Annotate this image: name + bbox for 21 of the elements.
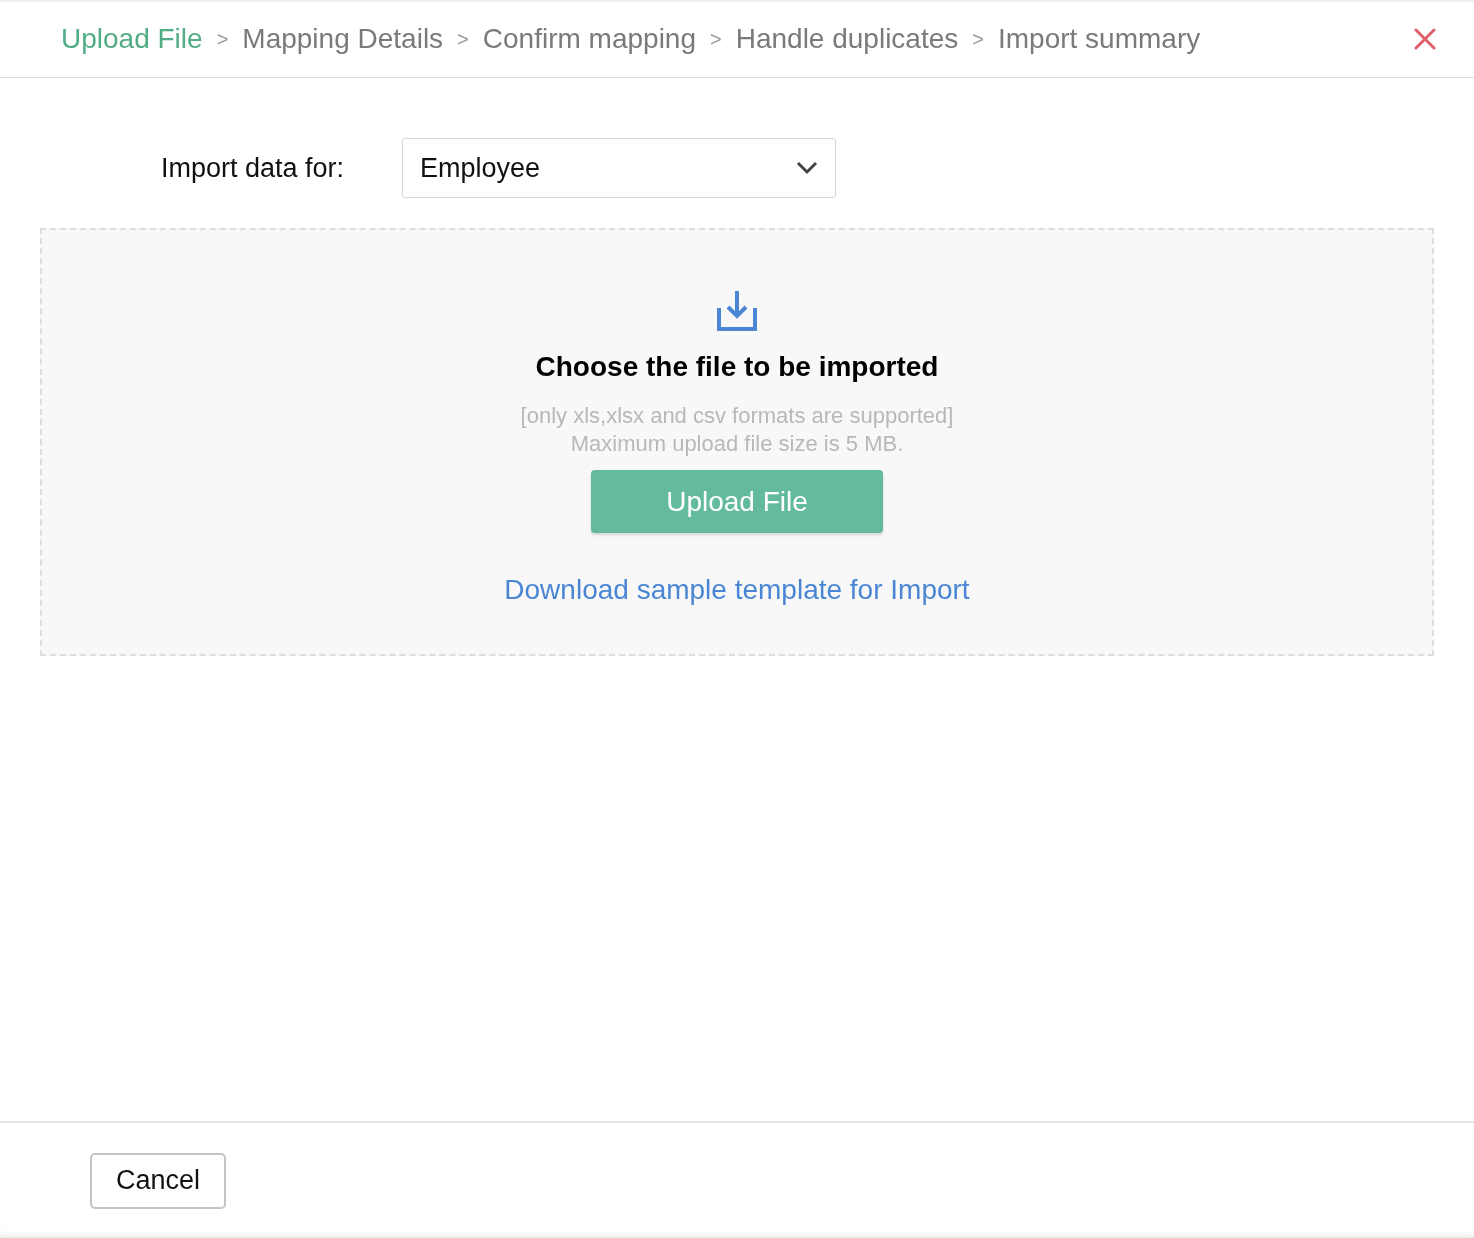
format-hint: [only xls,xlsx and csv formats are supported] <box>520 402 954 430</box>
entity-dropdown[interactable]: Employee <box>402 138 836 198</box>
format-hint: Maximum upload file size is 5 MB. <box>570 430 904 458</box>
file-drop-zone[interactable]: Choose the file to be imported [only xls,xlsx and csv formats are supported] Maximum upload file size is 5 MB. Upload File Download sample template for Import <box>40 228 1434 656</box>
breadcrumb-separator: > <box>457 26 469 52</box>
download-tray-icon <box>716 290 758 332</box>
breadcrumb-separator: > <box>710 26 722 52</box>
download-template-link[interactable]: Download sample template for Import <box>504 569 970 611</box>
drop-zone-title: Choose the file to be imported <box>535 350 939 384</box>
breadcrumb-separator: > <box>972 26 984 52</box>
breadcrumb-step[interactable]: Handle duplicates <box>735 17 959 60</box>
breadcrumb-step[interactable]: Import summary <box>997 17 1201 60</box>
breadcrumb-step[interactable]: Upload File <box>61 17 203 60</box>
chevron-down-icon <box>796 161 818 175</box>
breadcrumb-step[interactable]: Confirm mapping <box>482 17 696 60</box>
breadcrumb-step[interactable]: Mapping Details <box>242 17 444 60</box>
cancel-button[interactable]: Cancel <box>90 1152 226 1209</box>
upload-file-button[interactable]: Upload File <box>591 470 883 533</box>
close-icon <box>1414 27 1436 50</box>
field-label: Import data for: <box>161 151 346 185</box>
breadcrumb-separator: > <box>216 26 229 52</box>
